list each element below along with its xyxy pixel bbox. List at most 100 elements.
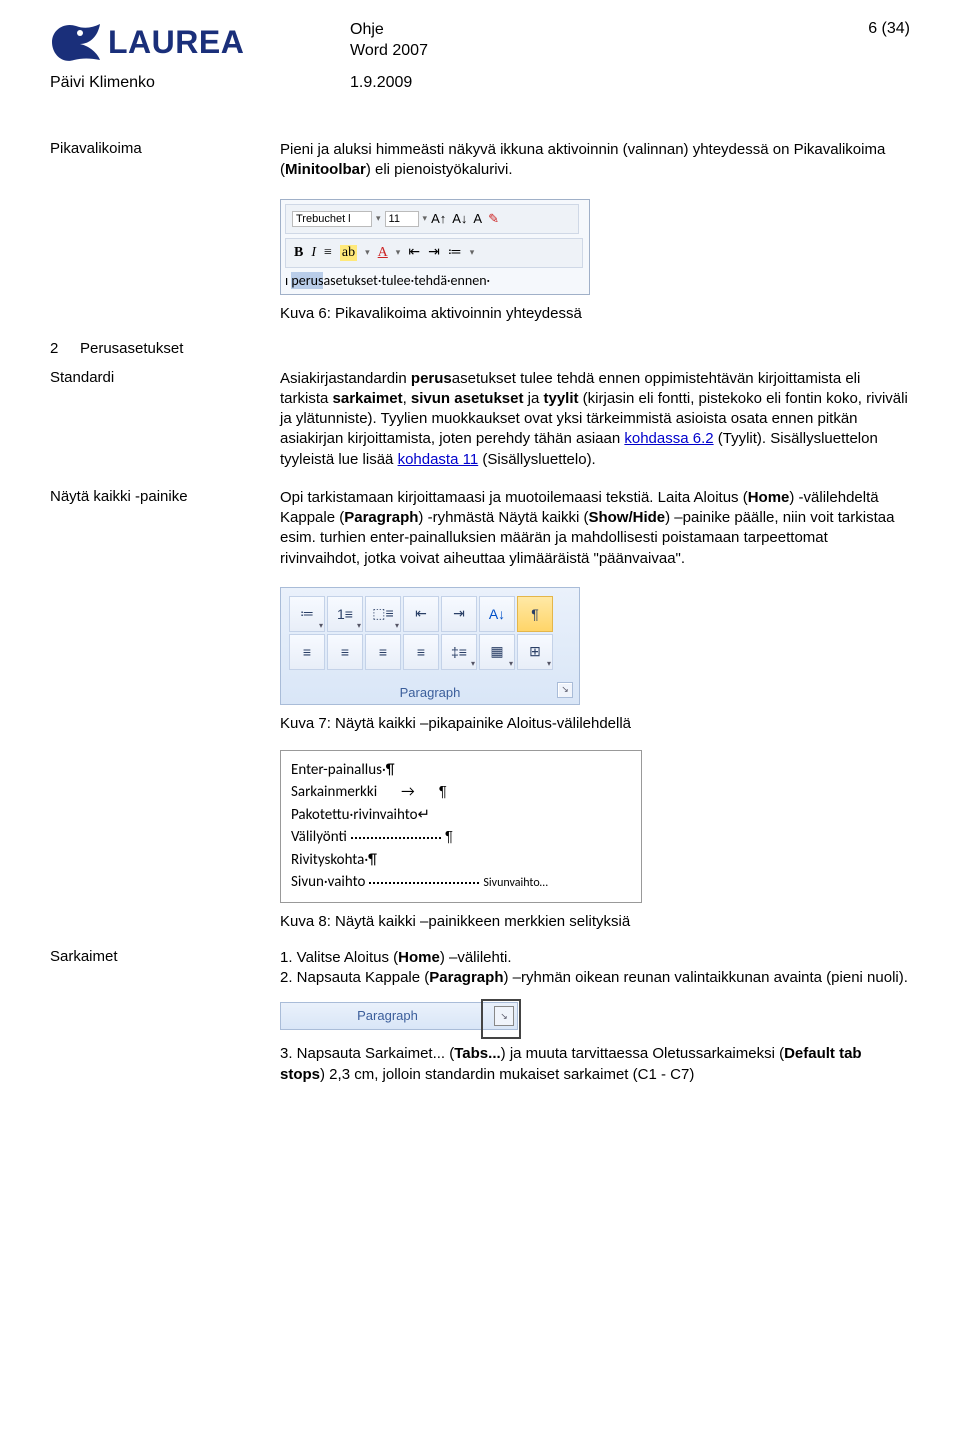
link-kohdassa62[interactable]: kohdassa 6.2 [624,430,713,447]
justify-icon[interactable]: ≡ [403,634,439,670]
list-item: Rivityskohta·¶ [291,849,631,872]
doc-type: Ohje [350,20,790,41]
decrease-indent-icon[interactable]: ⇤ [408,244,420,261]
align-right-icon[interactable]: ≡ [365,634,401,670]
row-sarkaimet: Sarkaimet 1. Valitse Aloitus (Home) –väl… [50,948,910,1085]
step3: 3. Napsauta Sarkaimet... (Tabs...) ja mu… [280,1044,910,1085]
paragraph-group-label: Paragraph [281,1007,494,1025]
grow-font-icon[interactable]: A↑ [431,211,446,227]
doc-app: Word 2007 [350,41,790,62]
style-icon[interactable]: A [473,211,482,227]
center-align-icon[interactable]: ≡ [324,245,332,261]
bullets-icon[interactable]: ≔ [448,244,462,261]
align-center-icon[interactable]: ≡ [327,634,363,670]
date: 1.9.2009 [350,74,790,92]
dialog-launcher-icon[interactable]: ↘ [557,682,573,698]
show-hide-icon[interactable]: ¶ [517,596,553,632]
sort-icon[interactable]: A↓ [479,596,515,632]
minitoolbar-icons-top: A↑ A↓ A ✎ [431,211,499,227]
chevron-down-icon[interactable]: ▾ [376,213,381,224]
minitoolbar-row2: B I ≡ ab ▾ A ▾ ⇤ ⇥ ≔ ▾ [285,238,583,268]
minitoolbar-sample-text: ı perusasetukset·tulee·tehdä·ennen· [285,272,585,289]
list-item: Sarkainmerkki→¶ [291,781,631,804]
borders-icon[interactable]: ⊞▾ [517,634,553,670]
bullets-icon[interactable]: ≔▾ [289,596,325,632]
font-color-icon[interactable]: A [378,245,388,261]
list-item: Sivun·vaihtoSivunvaihto… [291,871,631,894]
figure-hidden-chars: Enter-painallus·¶ Sarkainmerkki→¶ Pakote… [280,750,910,903]
bold: sarkaimet [333,390,403,407]
body-pikavalikoima: Pieni ja aluksi himmeästi näkyvä ikkuna … [280,140,910,181]
increase-indent-icon[interactable]: ⇥ [428,244,440,261]
bold: Minitoolbar [285,161,366,178]
row-pikavalikoima: Pikavalikoima Pieni ja aluksi himmeästi … [50,140,910,181]
ribbon-group-label: Paragraph [281,685,579,700]
list-item: Pakotettu·rivinvaihto↵ [291,804,631,827]
text: Asiakirjastandardin [280,370,411,387]
author: Päivi Klimenko [50,74,350,92]
paragraph-label-box: Paragraph ↘ [280,1002,518,1030]
minitoolbar: Trebuchet l ▾ 11 ▾ A↑ A↓ A ✎ B I ≡ ab ▾ … [280,199,590,295]
bold-icon[interactable]: B [294,245,303,261]
section2-heading: 2 Perusasetukset [50,340,910,357]
chevron-down-icon[interactable]: ▾ [470,247,475,258]
line-spacing-icon[interactable]: ‡≡▾ [441,634,477,670]
bold: Paragraph [344,509,418,526]
chevron-down-icon[interactable]: ▾ [365,247,370,258]
step1: 1. Valitse Aloitus (Home) –välilehti. [280,948,910,968]
format-painter-icon[interactable]: ✎ [488,211,499,227]
section-number: 2 [50,340,80,357]
text: ja [523,390,543,407]
increase-indent-icon[interactable]: ⇥ [441,596,477,632]
paragraph-label-box-wrap: Paragraph ↘ [280,1002,910,1030]
section-title: Perusasetukset [80,340,910,357]
bold: sivun asetukset [411,390,524,407]
row-standardi: Standardi Asiakirjastandardin perusasetu… [50,369,910,470]
numbering-icon[interactable]: 1≡▾ [327,596,363,632]
subheader: Päivi Klimenko 1.9.2009 [50,74,910,92]
italic-icon[interactable]: I [311,245,316,261]
list-item: Välilyönti¶ [291,826,631,849]
shrink-font-icon[interactable]: A↓ [452,211,467,227]
figure8-caption: Kuva 8: Näytä kaikki –painikkeen merkkie… [280,913,910,930]
body-sarkaimet: 1. Valitse Aloitus (Home) –välilehti. 2.… [280,948,910,1085]
step2: 2. Napsauta Kappale (Paragraph) –ryhmän … [280,968,910,988]
text: , [403,390,411,407]
label-standardi: Standardi [50,369,260,470]
figure6-caption: Kuva 6: Pikavalikoima aktivoinnin yhteyd… [280,305,910,322]
bold: perus [411,370,452,387]
bold: tyylit [544,390,579,407]
bold: Home [748,489,790,506]
list-item: Enter-painallus·¶ [291,759,631,782]
laurea-logo-icon [50,20,102,64]
text: (Sisällysluettelo). [478,451,596,468]
page-number: 6 (34) [790,20,910,38]
align-left-icon[interactable]: ≡ [289,634,325,670]
shading-icon[interactable]: ▦▾ [479,634,515,670]
sample-rest: asetukset·tulee·tehdä·ennen· [323,272,490,289]
highlight-icon[interactable]: ab [340,245,357,261]
label-pikavalikoima: Pikavalikoima [50,140,260,181]
label-nayta: Näytä kaikki -painike [50,488,260,569]
link-kohdasta11[interactable]: kohdasta 11 [398,451,479,468]
body-nayta: Opi tarkistamaan kirjoittamaasi ja muoto… [280,488,910,569]
minitoolbar-row1: Trebuchet l ▾ 11 ▾ A↑ A↓ A ✎ [285,204,579,234]
hidden-chars-list: Enter-painallus·¶ Sarkainmerkki→¶ Pakote… [280,750,642,903]
font-size-dropdown[interactable]: 11 [385,211,419,227]
font-name-dropdown[interactable]: Trebuchet l [292,211,372,227]
chevron-down-icon[interactable]: ▾ [423,213,428,224]
ribbon-grid: ≔▾ 1≡▾ ⬚≡▾ ⇤ ⇥ A↓ ¶ ≡ ≡ ≡ ≡ ‡≡▾ ▦▾ ⊞▾ [289,596,571,668]
multilevel-icon[interactable]: ⬚≡▾ [365,596,401,632]
chevron-down-icon[interactable]: ▾ [396,247,401,258]
page: LAUREA Ohje Word 2007 6 (34) Päivi Klime… [0,0,960,1446]
dialog-launcher-icon[interactable]: ↘ [494,1006,514,1026]
figure7-caption: Kuva 7: Näytä kaikki –pikapainike Aloitu… [280,715,910,732]
doc-meta: Ohje Word 2007 [350,20,790,62]
figure-minitoolbar: Trebuchet l ▾ 11 ▾ A↑ A↓ A ✎ B I ≡ ab ▾ … [280,199,910,295]
body-standardi: Asiakirjastandardin perusasetukset tulee… [280,369,910,470]
decrease-indent-icon[interactable]: ⇤ [403,596,439,632]
label-sarkaimet: Sarkaimet [50,948,260,1085]
sample-highlight: perus [291,272,323,289]
logo: LAUREA [50,20,350,64]
text: Opi tarkistamaan kirjoittamaasi ja muoto… [280,489,748,506]
